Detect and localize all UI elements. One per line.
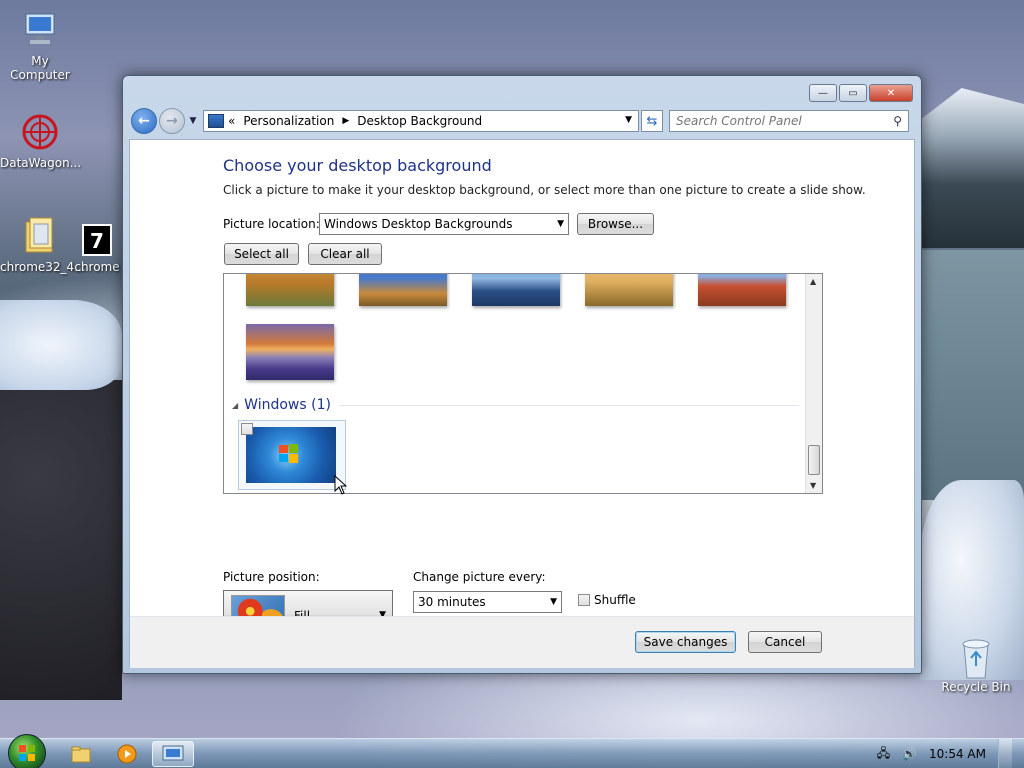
search-icon[interactable]: ⚲	[893, 114, 902, 128]
wallpaper-ice-left	[0, 300, 122, 390]
change-interval-value: 30 minutes	[418, 595, 486, 609]
scroll-up-icon[interactable]: ▲	[810, 277, 816, 286]
collapse-triangle-icon[interactable]: ◢	[232, 401, 238, 410]
cancel-button[interactable]: Cancel	[748, 631, 822, 653]
media-player-icon	[117, 744, 137, 764]
wallpaper-thumbnail[interactable]	[246, 324, 334, 380]
show-desktop-button[interactable]	[998, 739, 1012, 768]
minimize-button[interactable]: —	[809, 84, 837, 102]
thumbnail-checkbox[interactable]	[241, 423, 253, 435]
maximize-button[interactable]: ▭	[839, 84, 867, 102]
picture-location-value: Windows Desktop Backgrounds	[324, 217, 513, 231]
breadcrumb-personalization[interactable]: Personalization	[243, 114, 334, 128]
group-title: Windows (1)	[244, 397, 331, 413]
dialog-footer: Save changes Cancel	[130, 617, 914, 668]
datawagon-icon	[20, 112, 60, 152]
desktop-icon-datawagon[interactable]: DataWagon...	[0, 112, 82, 170]
wallpaper-thumbnail[interactable]	[359, 274, 447, 306]
taskbar-explorer-button[interactable]	[60, 741, 102, 767]
search-input[interactable]	[676, 114, 876, 128]
breadcrumb-overflow[interactable]: «	[228, 114, 235, 128]
chevron-down-icon: ▼	[550, 597, 557, 607]
volume-icon[interactable]: 🔊	[902, 747, 917, 761]
desktop-icon-label: chrome	[74, 260, 120, 274]
select-all-button[interactable]: Select all	[224, 243, 299, 265]
control-panel-icon	[208, 114, 224, 128]
desktop-icon-recycle-bin[interactable]: Recycle Bin	[936, 636, 1016, 694]
search-box[interactable]: ⚲	[669, 110, 909, 132]
windows-logo-image	[246, 427, 336, 483]
network-icon[interactable]: 🖧	[877, 744, 890, 765]
taskbar-media-player-button[interactable]	[106, 741, 148, 767]
desktop-icon-chrome32[interactable]: chrome32_4...	[0, 216, 86, 274]
picture-location-label: Picture location:	[223, 217, 320, 231]
scroll-thumb[interactable]	[808, 445, 820, 475]
wallpaper-thumbnail[interactable]	[472, 274, 560, 306]
browse-button[interactable]: Browse...	[577, 213, 654, 235]
start-button[interactable]	[8, 734, 46, 768]
content-pane: Choose your desktop background Click a p…	[129, 139, 915, 668]
desktop-background-window: — ▭ ✕ ← → ▼ « Personalization ▶ Desktop …	[122, 75, 922, 674]
wallpaper-lake	[920, 250, 1024, 500]
forward-button[interactable]: →	[159, 108, 185, 134]
picture-location-select[interactable]: Windows Desktop Backgrounds ▼	[319, 213, 569, 235]
picture-gallery: ◢ Windows (1) ▲ ▼	[223, 273, 823, 494]
breadcrumb-desktop-background[interactable]: Desktop Background	[357, 114, 482, 128]
group-divider	[339, 405, 799, 406]
control-panel-icon	[162, 745, 184, 761]
close-button[interactable]: ✕	[869, 84, 913, 102]
arrow-left-icon: ←	[138, 113, 150, 129]
group-header[interactable]: ◢ Windows (1)	[232, 397, 331, 413]
refresh-button[interactable]: ⇆	[641, 110, 663, 132]
svg-text:7: 7	[90, 229, 104, 253]
windows-wallpaper-thumbnail[interactable]	[238, 420, 346, 490]
wallpaper-thumbnail[interactable]	[585, 274, 673, 306]
desktop-icon-my-computer[interactable]: My Computer	[0, 10, 80, 82]
arrow-right-icon: →	[166, 113, 178, 129]
computer-icon	[20, 10, 60, 50]
clock[interactable]: 10:54 AM	[929, 747, 986, 761]
breadcrumb-separator-icon[interactable]: ▶	[342, 116, 349, 126]
7zip-icon: 7	[82, 224, 112, 256]
wallpaper-thumbnail[interactable]	[698, 274, 786, 306]
shuffle-checkbox[interactable]	[578, 594, 590, 606]
navigation-bar: ← → ▼ « Personalization ▶ Desktop Backgr…	[131, 107, 913, 135]
wallpaper-rocks	[0, 380, 122, 700]
desktop-icon-label: Recycle Bin	[941, 680, 1011, 694]
desktop-icon-label: DataWagon...	[0, 156, 82, 170]
change-picture-label: Change picture every:	[413, 570, 546, 584]
folder-icon	[71, 746, 91, 763]
chevron-down-icon[interactable]: ▼	[625, 115, 632, 125]
wallpaper-thumbnail[interactable]	[246, 274, 334, 306]
taskbar: 🖧 🔊 10:54 AM	[0, 734, 1024, 768]
shuffle-label: Shuffle	[594, 593, 636, 607]
shuffle-option[interactable]: Shuffle	[578, 593, 636, 607]
refresh-icon: ⇆	[646, 113, 658, 129]
save-changes-button[interactable]: Save changes	[635, 631, 736, 653]
taskbar-control-panel-button[interactable]	[152, 741, 194, 767]
desktop-icon-label: My Computer	[10, 54, 70, 82]
folder-icon	[20, 216, 60, 256]
recent-pages-dropdown[interactable]: ▼	[187, 116, 199, 126]
window-controls: — ▭ ✕	[809, 84, 913, 102]
desktop-icon-chrome[interactable]: 7 chrome	[70, 224, 124, 274]
clear-all-button[interactable]: Clear all	[308, 243, 382, 265]
page-title: Choose your desktop background	[223, 156, 492, 175]
address-bar[interactable]: « Personalization ▶ Desktop Background ▼	[203, 110, 639, 132]
picture-position-label: Picture position:	[223, 570, 320, 584]
gallery-scrollbar[interactable]: ▲ ▼	[805, 274, 822, 493]
change-interval-select[interactable]: 30 minutes ▼	[413, 591, 562, 613]
wallpaper-mountain	[920, 88, 1024, 248]
recycle-bin-icon	[956, 636, 996, 679]
back-button[interactable]: ←	[131, 108, 157, 134]
system-tray: 🖧 🔊 10:54 AM	[877, 739, 1024, 768]
scroll-down-icon[interactable]: ▼	[810, 481, 816, 490]
page-instructions: Click a picture to make it your desktop …	[223, 183, 866, 197]
windows-logo-icon	[19, 745, 35, 761]
chevron-down-icon: ▼	[557, 219, 564, 229]
mouse-cursor-icon	[334, 475, 348, 495]
